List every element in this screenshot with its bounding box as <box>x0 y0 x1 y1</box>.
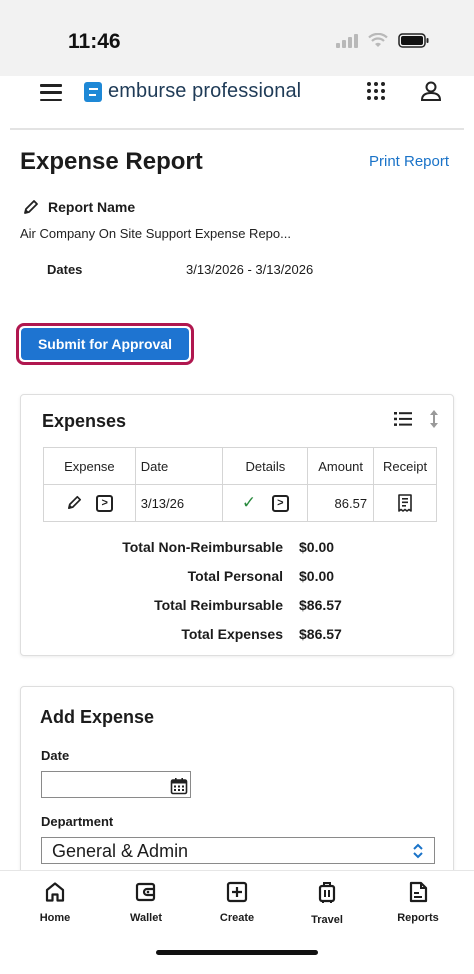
home-icon <box>45 882 65 902</box>
receipt-cell <box>373 484 437 522</box>
nav-travel[interactable]: Travel <box>287 881 367 926</box>
nav-reports-label: Reports <box>397 912 439 924</box>
report-name-label: Report Name <box>48 199 136 215</box>
department-field-label: Department <box>41 814 114 829</box>
total-reimbursable: Total Reimbursable $86.57 <box>21 597 455 617</box>
nav-create-label: Create <box>219 912 255 924</box>
amount-cell: 86.57 <box>307 484 375 522</box>
expenses-title: Expenses <box>42 411 127 431</box>
total-value: $0.00 <box>299 568 335 584</box>
plus-square-icon <box>226 881 248 903</box>
sort-icon[interactable] <box>429 409 439 429</box>
wallet-icon <box>135 882 156 902</box>
report-name-value: Air Company On Site Support Expense Repo… <box>20 226 291 241</box>
check-icon: ✓ <box>241 493 257 512</box>
luggage-icon <box>318 882 336 903</box>
expense-cell: > <box>43 484 136 522</box>
apps-grid-icon[interactable] <box>367 82 385 100</box>
col-amount: Amount <box>307 447 375 485</box>
receipt-icon[interactable] <box>396 493 414 513</box>
add-expense-card: Add Expense Date Department General & Ad… <box>20 686 454 886</box>
col-date: Date <box>134 447 224 485</box>
nav-home-label: Home <box>39 912 71 924</box>
brand-name: emburse professional <box>108 80 302 102</box>
battery-icon <box>398 33 429 48</box>
department-select[interactable]: General & Admin <box>41 837 435 864</box>
col-receipt: Receipt <box>373 447 437 485</box>
details-cell: ✓ > <box>222 484 309 522</box>
expenses-card: Expenses Expense Date Details Amount Rec… <box>20 394 454 656</box>
col-details: Details <box>222 447 309 485</box>
bottom-nav: Home Wallet Create Travel Reports <box>0 870 474 974</box>
total-value: $0.00 <box>299 539 335 555</box>
total-personal: Total Personal $0.00 <box>21 568 455 588</box>
total-label: Total Personal <box>187 568 283 584</box>
print-report-link[interactable]: Print Report <box>369 153 449 170</box>
menu-icon[interactable] <box>40 84 62 101</box>
department-select-value: General & Admin <box>52 841 189 861</box>
date-cell: 3/13/26 <box>134 484 224 522</box>
open-details-icon[interactable]: > <box>271 495 289 513</box>
dates-value: 3/13/2026 - 3/13/2026 <box>186 262 314 277</box>
status-time: 11:46 <box>68 30 121 53</box>
nav-wallet-label: Wallet <box>130 912 162 924</box>
dates-label: Dates <box>47 262 83 277</box>
nav-wallet[interactable]: Wallet <box>106 881 186 924</box>
expenses-table: Expense Date Details Amount Receipt > 3/… <box>43 447 437 522</box>
total-label: Total Non-Reimbursable <box>122 539 283 555</box>
submit-highlight: Submit for Approval <box>16 323 194 365</box>
total-non-reimbursable: Total Non-Reimbursable $0.00 <box>21 539 455 559</box>
total-value: $86.57 <box>299 626 342 642</box>
status-bar: 11:46 <box>0 0 474 76</box>
table-header-row: Expense Date Details Amount Receipt <box>43 447 437 485</box>
total-expenses: Total Expenses $86.57 <box>21 626 455 642</box>
edit-pencil-icon[interactable] <box>66 494 83 511</box>
report-name-row: Report Name <box>22 198 135 216</box>
nav-home[interactable]: Home <box>15 881 95 924</box>
nav-travel-label: Travel <box>311 914 343 926</box>
date-input[interactable] <box>41 771 191 798</box>
status-icons <box>336 33 430 48</box>
add-expense-title: Add Expense <box>40 707 155 727</box>
calendar-icon[interactable] <box>170 777 188 795</box>
emburse-logo-icon <box>84 81 102 102</box>
user-profile-icon[interactable] <box>420 80 442 102</box>
select-chevron-icon <box>413 843 423 859</box>
brand-logo: emburse professional <box>84 80 301 103</box>
col-expense: Expense <box>43 447 136 485</box>
page-title: Expense Report <box>20 148 203 175</box>
open-expense-icon[interactable]: > <box>96 495 114 512</box>
date-field-label: Date <box>41 748 70 763</box>
total-value: $86.57 <box>299 597 342 613</box>
table-row[interactable]: > 3/13/26 ✓ > 86.57 <box>43 484 437 522</box>
wifi-icon <box>368 33 388 47</box>
home-indicator <box>156 950 318 955</box>
nav-reports[interactable]: Reports <box>378 881 458 924</box>
pencil-icon[interactable] <box>22 198 40 216</box>
nav-create[interactable]: Create <box>197 881 277 924</box>
total-label: Total Expenses <box>181 626 283 642</box>
app-header: emburse professional <box>10 76 464 130</box>
total-label: Total Reimbursable <box>154 597 283 613</box>
report-icon <box>409 881 428 903</box>
list-view-icon[interactable] <box>394 411 412 427</box>
signal-icon <box>336 33 358 48</box>
submit-for-approval-button[interactable]: Submit for Approval <box>21 328 189 360</box>
